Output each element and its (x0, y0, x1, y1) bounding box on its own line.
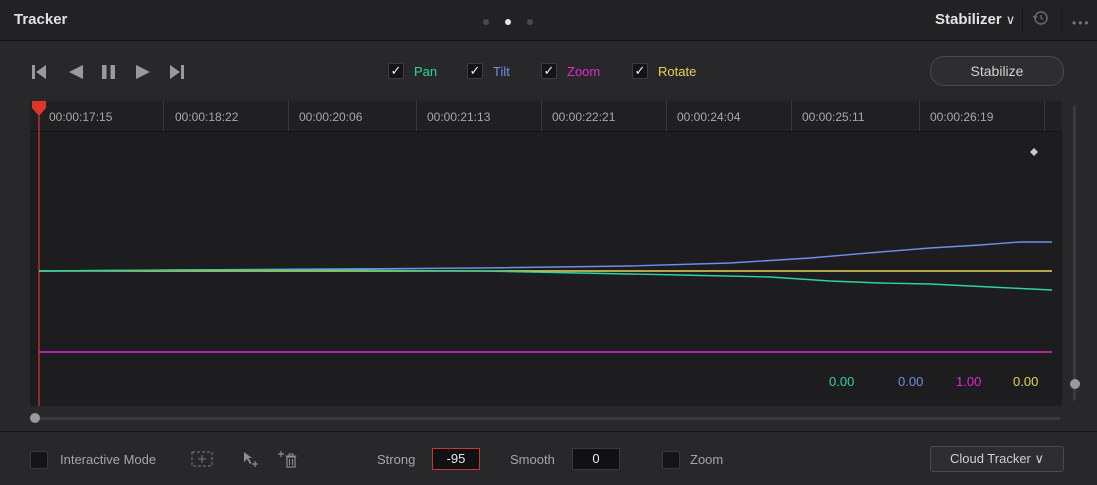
horizontal-zoom-track[interactable] (38, 417, 1060, 420)
header-divider (1061, 8, 1062, 32)
zoom-label: Zoom (690, 452, 724, 467)
smooth-label: Smooth (510, 452, 555, 467)
checkbox-icon: ✓ (541, 63, 557, 79)
tilt-label: Tilt (493, 63, 510, 79)
cloud-tracker-label: Cloud Tracker (949, 451, 1031, 466)
page-dot-active[interactable] (505, 19, 511, 25)
tracker-footer: Interactive Mode Strong -95 Smooth 0 Zoo… (0, 431, 1097, 485)
delete-tracker-point-icon[interactable] (276, 449, 298, 469)
curve-canvas[interactable] (30, 101, 1062, 406)
mode-label: Stabilizer (935, 11, 1002, 28)
stabilize-button[interactable]: Stabilize (930, 56, 1064, 86)
rotate-label: Rotate (658, 63, 697, 79)
pan-value: 0.00 (829, 374, 855, 389)
tracker-graph[interactable]: 00:00:17:15 00:00:18:22 00:00:20:06 00:0… (30, 101, 1062, 406)
add-tracker-point-icon[interactable] (240, 449, 260, 469)
tilt-value: 0.00 (898, 374, 924, 389)
more-options-icon[interactable]: ••• (1072, 16, 1091, 30)
zoom-checkbox[interactable] (662, 451, 680, 469)
tilt-toggle[interactable]: ✓ Tilt (467, 62, 510, 80)
panel-header: Tracker Stabilizer ∨ ••• (0, 0, 1097, 41)
zoom-toggle[interactable]: ✓ Zoom (541, 62, 600, 80)
rotate-value: 0.00 (1013, 374, 1039, 389)
insert-tracking-point-icon[interactable] (190, 449, 214, 469)
page-dot[interactable] (527, 19, 533, 25)
checkbox-icon: ✓ (388, 63, 404, 79)
checkbox-icon: ✓ (467, 63, 483, 79)
cloud-tracker-dropdown[interactable]: Cloud Tracker ∨ (930, 446, 1064, 472)
play-forward-icon[interactable] (133, 63, 153, 81)
rotate-toggle[interactable]: ✓ Rotate (632, 62, 696, 80)
tracker-toolbar: ✓ Pan ✓ Tilt ✓ Zoom ✓ Rotate Stabilize (0, 41, 1097, 101)
pause-icon[interactable] (100, 63, 118, 81)
vertical-zoom-track[interactable] (1073, 105, 1076, 401)
zoom-value: 1.00 (956, 374, 982, 389)
play-reverse-icon[interactable] (66, 63, 86, 81)
pan-label: Pan (414, 63, 438, 79)
go-to-end-icon[interactable] (168, 63, 186, 81)
header-divider (1022, 8, 1023, 32)
interactive-mode-checkbox[interactable] (30, 451, 48, 469)
page-dot[interactable] (483, 19, 489, 25)
smooth-input[interactable]: 0 (572, 448, 620, 470)
chevron-down-icon: ∨ (1034, 451, 1045, 466)
zoom-label: Zoom (567, 63, 601, 79)
panel-title: Tracker (14, 11, 68, 28)
vertical-zoom-handle[interactable] (1070, 379, 1080, 389)
strong-input[interactable]: -95 (432, 448, 480, 470)
pan-curve (38, 269, 1053, 291)
chevron-down-icon: ∨ (1005, 12, 1016, 27)
tracker-panel: Tracker Stabilizer ∨ ••• ✓ Pan ✓ Tilt ✓ … (0, 0, 1097, 485)
checkbox-icon: ✓ (632, 63, 648, 79)
go-to-start-icon[interactable] (30, 63, 48, 81)
mode-dropdown[interactable]: Stabilizer ∨ (935, 11, 1015, 28)
keyframe-marker (1030, 148, 1038, 156)
horizontal-zoom-handle[interactable] (30, 413, 40, 423)
strong-label: Strong (377, 452, 416, 467)
reset-icon[interactable] (1032, 9, 1050, 27)
pan-toggle[interactable]: ✓ Pan (388, 62, 437, 80)
interactive-mode-label: Interactive Mode (60, 452, 157, 467)
tilt-curve (38, 241, 1052, 272)
